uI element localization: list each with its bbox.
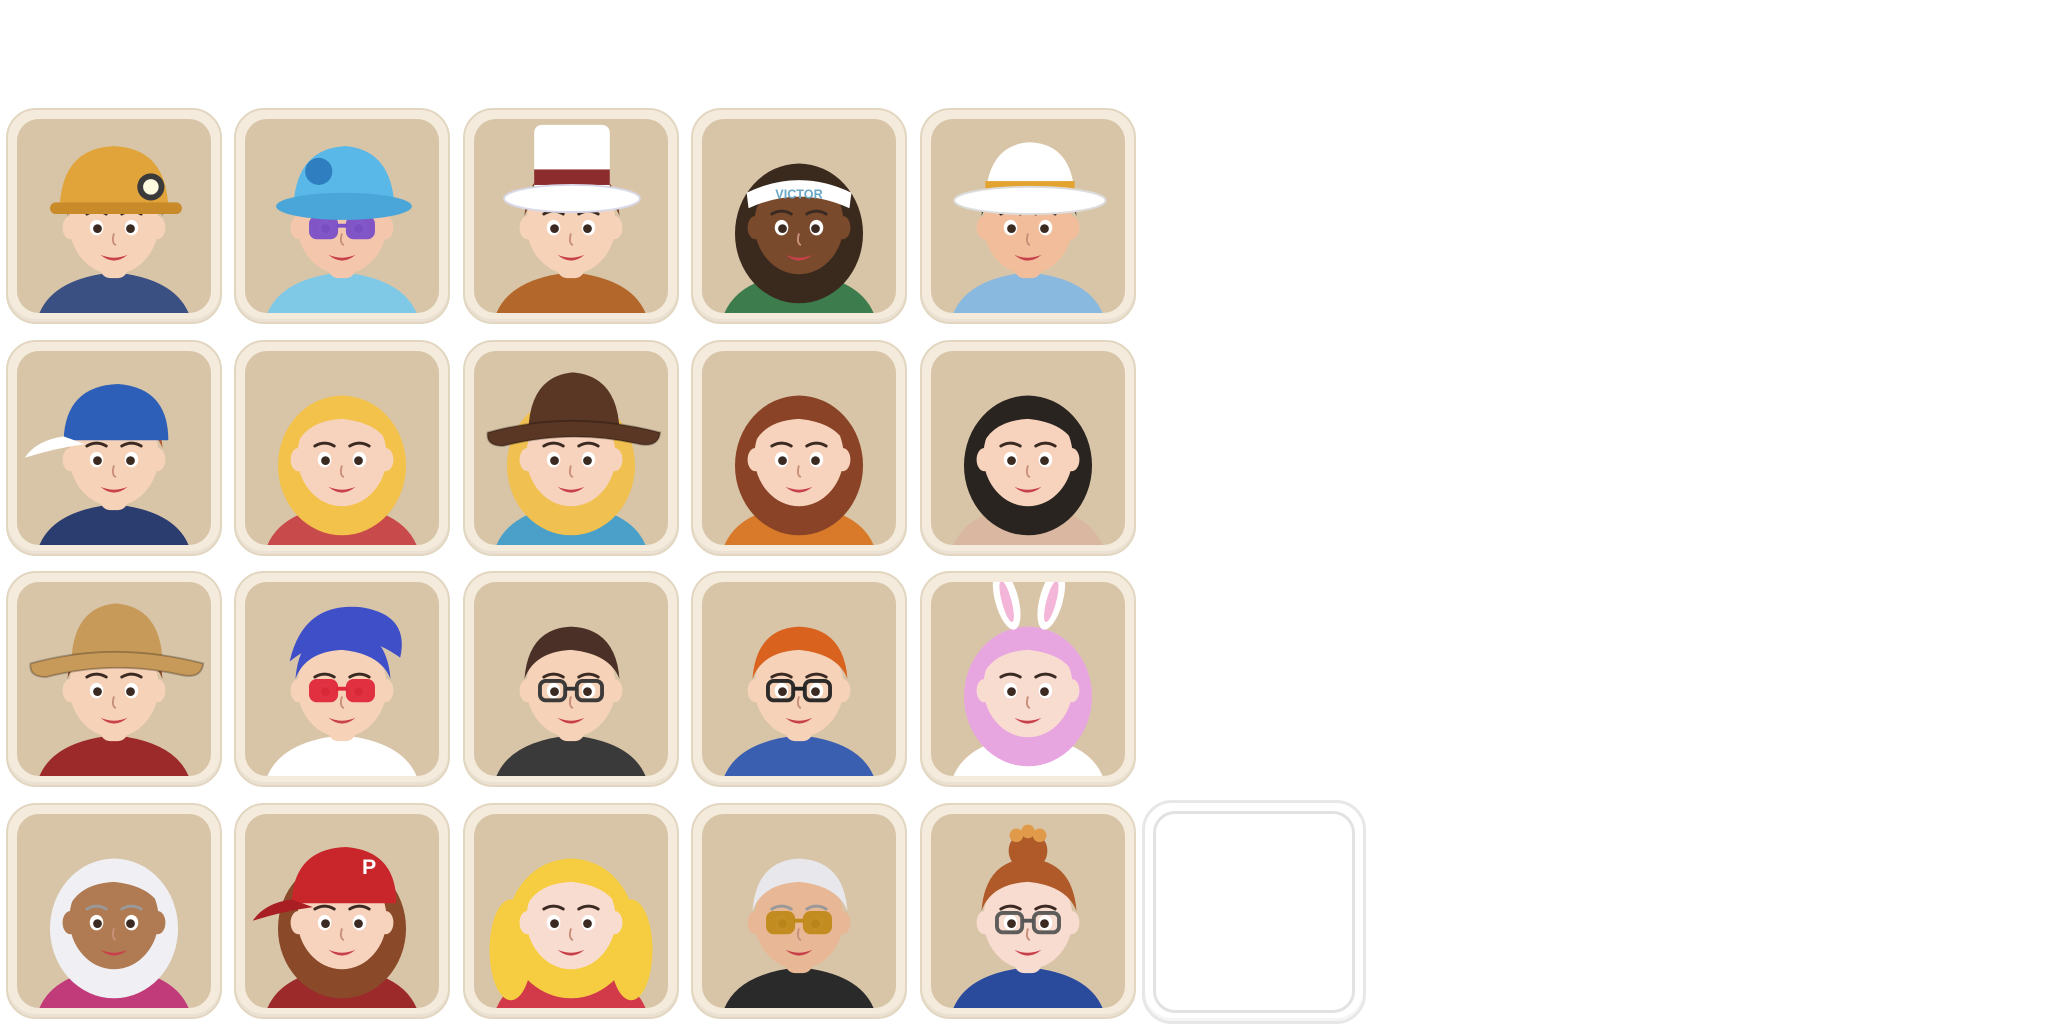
avatar-frame-ginger-nerd[interactable] bbox=[691, 571, 907, 787]
avatar-frame-dreadlock-man[interactable]: VICTOR bbox=[691, 108, 907, 324]
avatar-frame-cowgirl[interactable] bbox=[463, 340, 679, 556]
avatar-frame-cap-boy[interactable] bbox=[6, 340, 222, 556]
avatar-frame-dark-hair-lady[interactable] bbox=[920, 340, 1136, 556]
avatar-portrait-cowgirl bbox=[474, 351, 668, 545]
rockabilly-singer-art bbox=[267, 606, 417, 776]
miner-boy-art bbox=[39, 146, 189, 313]
avatar-portrait-rockabilly-singer bbox=[245, 582, 439, 776]
avatar-portrait-cowboy-gunslinger bbox=[17, 582, 211, 776]
avatar-portrait-top-hat-boy bbox=[474, 119, 668, 313]
avatar-frame-old-man-pipe[interactable] bbox=[691, 803, 907, 1019]
avatar-frame-red-cap-girl[interactable]: P bbox=[234, 803, 450, 1019]
avatar-frame-mobster-boss[interactable] bbox=[920, 108, 1136, 324]
avatar-portrait-cap-boy bbox=[17, 351, 211, 545]
avatar-portrait-red-cap-girl: P bbox=[245, 814, 439, 1008]
top-hat-boy-art bbox=[496, 124, 646, 313]
avatar-frame-top-hat-boy[interactable] bbox=[463, 108, 679, 324]
avatar-frame-silver-hair-lady[interactable] bbox=[6, 803, 222, 1019]
avatar-portrait-old-man-pipe bbox=[702, 814, 896, 1008]
empty-slot-inner bbox=[1153, 811, 1355, 1013]
cowgirl-art bbox=[486, 372, 662, 545]
avatar-frame-glasses-gentleman[interactable] bbox=[463, 571, 679, 787]
old-man-pipe-art bbox=[724, 858, 874, 1008]
avatar-portrait-curly-brunette bbox=[702, 351, 896, 545]
bunny-girl-art bbox=[953, 582, 1103, 776]
avatar-frame-bunny-girl[interactable] bbox=[920, 571, 1136, 787]
avatar-portrait-blonde-diva bbox=[245, 351, 439, 545]
avatar-sheet: VICTOR P bbox=[0, 0, 2048, 1024]
pigtail-blonde-art bbox=[489, 858, 653, 1008]
avatar-frame-pigtail-blonde[interactable] bbox=[463, 803, 679, 1019]
silver-hair-lady-art bbox=[39, 858, 189, 1008]
avatar-portrait-ginger-nerd bbox=[702, 582, 896, 776]
avatar-portrait-miner-boy bbox=[17, 119, 211, 313]
red-cap-girl-lettering: P bbox=[362, 855, 376, 879]
blonde-diva-art bbox=[267, 395, 417, 545]
dreadlock-man-art: VICTOR bbox=[724, 163, 874, 313]
curly-brunette-art bbox=[724, 395, 874, 545]
cowboy-gunslinger-art bbox=[29, 603, 205, 776]
glasses-gentleman-art bbox=[496, 626, 646, 776]
avatar-frame-granny-sunglasses[interactable] bbox=[234, 108, 450, 324]
avatar-frame-blonde-diva[interactable] bbox=[234, 340, 450, 556]
avatar-portrait-silver-hair-lady bbox=[17, 814, 211, 1008]
avatar-portrait-dark-hair-lady bbox=[931, 351, 1125, 545]
avatar-frame-curly-brunette[interactable] bbox=[691, 340, 907, 556]
mobster-boss-art bbox=[953, 142, 1107, 313]
cap-boy-art bbox=[24, 383, 189, 545]
empty-avatar-slot[interactable] bbox=[1142, 800, 1366, 1024]
avatar-portrait-glasses-gentleman bbox=[474, 582, 668, 776]
dreadlock-man-lettering: VICTOR bbox=[775, 188, 822, 202]
avatar-portrait-granny-sunglasses bbox=[245, 119, 439, 313]
avatar-portrait-mobster-boss bbox=[931, 119, 1125, 313]
avatar-portrait-dreadlock-man: VICTOR bbox=[702, 119, 896, 313]
avatar-frame-rockabilly-singer[interactable] bbox=[234, 571, 450, 787]
avatar-portrait-pigtail-blonde bbox=[474, 814, 668, 1008]
avatar-frame-bun-glasses-girl[interactable] bbox=[920, 803, 1136, 1019]
ginger-nerd-art bbox=[724, 626, 874, 776]
bun-glasses-girl-art bbox=[953, 824, 1103, 1008]
granny-sunglasses-art bbox=[267, 146, 417, 313]
dark-hair-lady-art bbox=[953, 395, 1103, 545]
avatar-portrait-bun-glasses-girl bbox=[931, 814, 1125, 1008]
avatar-portrait-bunny-girl bbox=[931, 582, 1125, 776]
red-cap-girl-art: P bbox=[252, 846, 417, 1008]
avatar-frame-miner-boy[interactable] bbox=[6, 108, 222, 324]
avatar-frame-cowboy-gunslinger[interactable] bbox=[6, 571, 222, 787]
